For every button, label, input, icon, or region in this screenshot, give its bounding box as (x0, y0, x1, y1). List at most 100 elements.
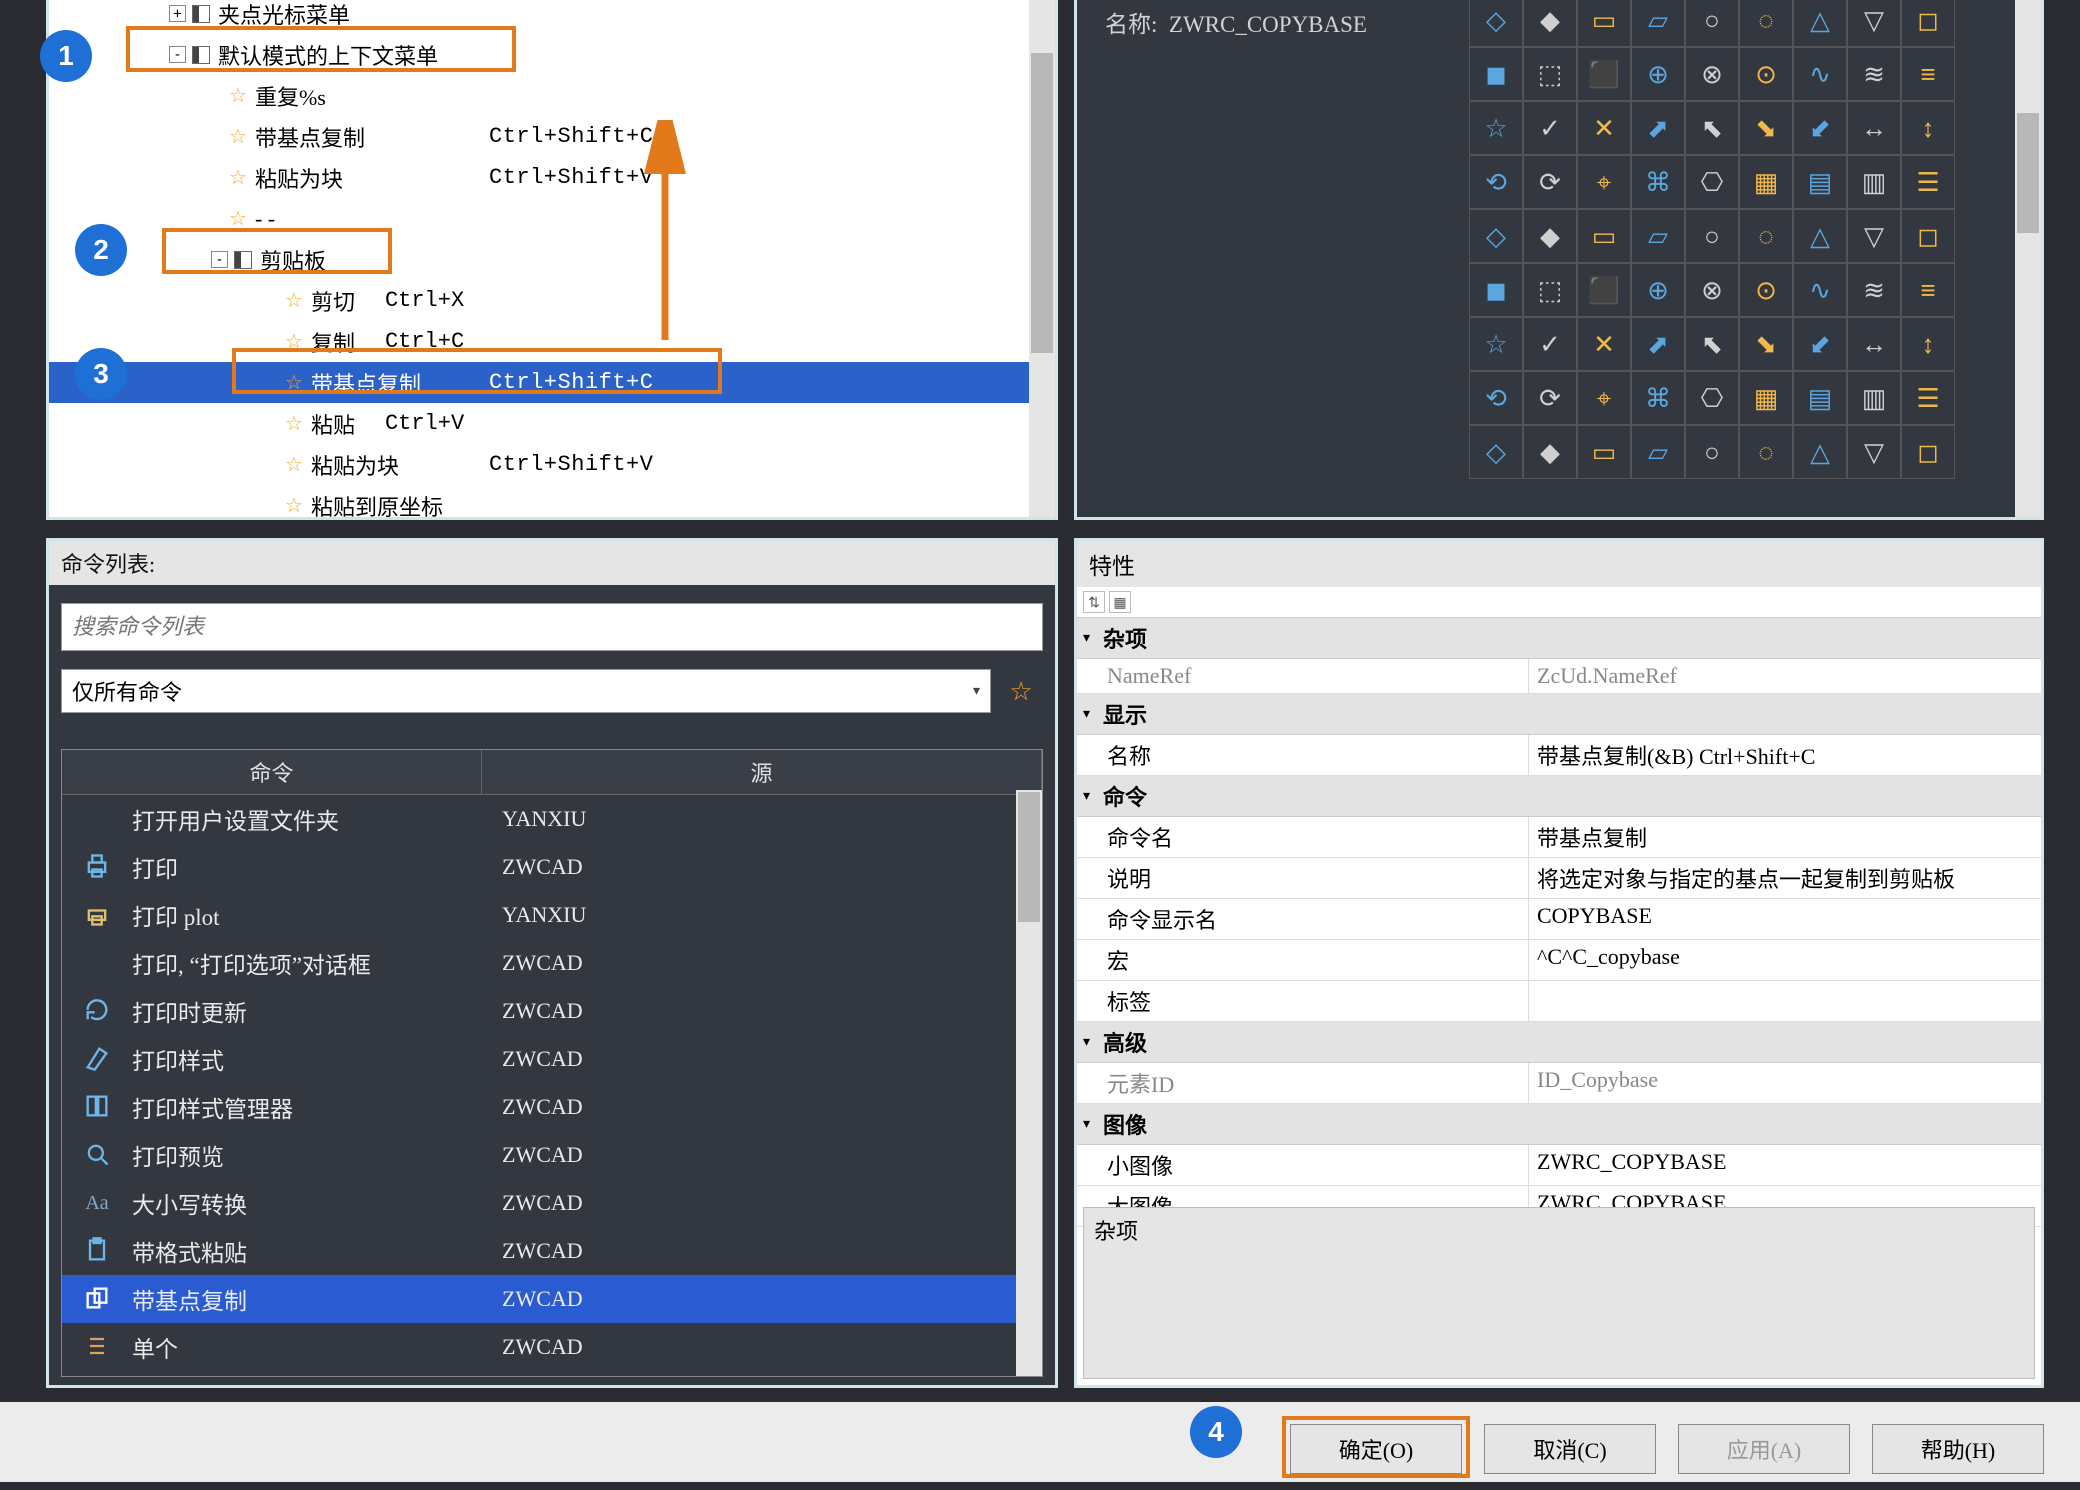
ok-button[interactable]: 确定(O) (1290, 1424, 1462, 1474)
palette-icon[interactable]: ⬛ (1577, 263, 1631, 317)
palette-icon[interactable]: ▱ (1631, 0, 1685, 47)
command-row[interactable]: 打印ZWCAD (62, 843, 1042, 891)
palette-icon[interactable]: ▱ (1631, 209, 1685, 263)
palette-icon[interactable]: ⬛ (1577, 47, 1631, 101)
column-header-source[interactable]: 源 (482, 750, 1042, 794)
palette-icon[interactable]: ⊗ (1685, 47, 1739, 101)
palette-icon[interactable]: ▤ (1793, 371, 1847, 425)
command-row[interactable]: Aa大小写转换ZWCAD (62, 1179, 1042, 1227)
palette-icon[interactable]: ☰ (1901, 371, 1955, 425)
prop-name[interactable]: 名称带基点复制(&B) Ctrl+Shift+C (1077, 735, 2041, 776)
palette-icon[interactable]: ◌ (1739, 425, 1793, 479)
command-search-input[interactable] (61, 603, 1043, 651)
menu-tree[interactable]: +夹点光标菜单-默认模式的上下文菜单☆重复%s☆带基点复制Ctrl+Shift+… (49, 0, 1055, 520)
palette-icon[interactable]: ◻ (1901, 209, 1955, 263)
palette-icon[interactable]: ▤ (1793, 155, 1847, 209)
palette-icon[interactable]: ⬋ (1793, 101, 1847, 155)
palette-icon[interactable]: ↕ (1901, 317, 1955, 371)
palette-icon[interactable]: ○ (1685, 0, 1739, 47)
category-misc[interactable]: ▾杂项 (1077, 618, 2041, 659)
palette-icon[interactable]: ○ (1685, 425, 1739, 479)
palette-icon[interactable]: ☰ (1901, 155, 1955, 209)
prop-tag[interactable]: 标签 (1077, 981, 2041, 1022)
palette-icon[interactable]: ⟳ (1523, 155, 1577, 209)
command-row[interactable]: 打开用户设置文件夹YANXIU (62, 795, 1042, 843)
palette-icon[interactable]: ▦ (1739, 155, 1793, 209)
prop-sort-icon[interactable]: ⇅ (1083, 591, 1105, 613)
tree-scrollbar[interactable] (1029, 0, 1055, 517)
palette-icon[interactable]: ◆ (1523, 209, 1577, 263)
palette-icon[interactable]: ✕ (1577, 317, 1631, 371)
palette-icon[interactable]: ▽ (1847, 0, 1901, 47)
palette-icon[interactable]: ⎔ (1685, 371, 1739, 425)
palette-icon[interactable]: ≋ (1847, 47, 1901, 101)
apply-button[interactable]: 应用(A) (1678, 1424, 1850, 1474)
command-row[interactable]: 打印样式管理器ZWCAD (62, 1083, 1042, 1131)
palette-icon[interactable]: ◌ (1739, 209, 1793, 263)
prop-small-image[interactable]: 小图像ZWRC_COPYBASE (1077, 1145, 2041, 1186)
tree-expander-icon[interactable]: - (211, 251, 228, 268)
command-row[interactable]: 单个ZWCAD (62, 1323, 1042, 1371)
tree-item[interactable]: ☆复制Ctrl+C (49, 321, 1055, 362)
palette-icon[interactable]: ▽ (1847, 209, 1901, 263)
category-image[interactable]: ▾图像 (1077, 1104, 2041, 1145)
palette-icon[interactable]: ◆ (1523, 425, 1577, 479)
palette-icon[interactable]: ≡ (1901, 47, 1955, 101)
palette-icon[interactable]: ⬉ (1685, 101, 1739, 155)
tree-item[interactable]: -剪贴板 (49, 239, 1055, 280)
tree-item[interactable]: -默认模式的上下文菜单 (49, 34, 1055, 75)
prop-group-icon[interactable]: ▦ (1109, 591, 1131, 613)
palette-icon[interactable]: ○ (1685, 209, 1739, 263)
palette-icon[interactable]: ⊕ (1631, 263, 1685, 317)
tree-item[interactable]: ☆粘贴Ctrl+V (49, 403, 1055, 444)
palette-icon[interactable]: ⬈ (1631, 317, 1685, 371)
palette-icon[interactable]: ◇ (1469, 209, 1523, 263)
palette-icon[interactable]: ≋ (1847, 263, 1901, 317)
palette-icon[interactable]: ⊕ (1631, 47, 1685, 101)
category-advanced[interactable]: ▾高级 (1077, 1022, 2041, 1063)
cancel-button[interactable]: 取消(C) (1484, 1424, 1656, 1474)
palette-icon[interactable]: ✕ (1577, 101, 1631, 155)
tree-expander-icon[interactable]: - (169, 46, 186, 63)
command-row[interactable]: 打印时更新ZWCAD (62, 987, 1042, 1035)
prop-command-name[interactable]: 命令名带基点复制 (1077, 817, 2041, 858)
palette-scrollbar[interactable] (2015, 0, 2041, 517)
prop-macro[interactable]: 宏^C^C_copybase (1077, 940, 2041, 981)
palette-icon[interactable]: ⬋ (1793, 317, 1847, 371)
command-row[interactable]: 打印预览ZWCAD (62, 1131, 1042, 1179)
column-header-command[interactable]: 命令 (62, 750, 482, 794)
palette-icon[interactable]: ⌘ (1631, 371, 1685, 425)
prop-description[interactable]: 说明将选定对象与指定的基点一起复制到剪贴板 (1077, 858, 2041, 899)
palette-icon[interactable]: ▭ (1577, 425, 1631, 479)
tree-item[interactable]: ☆带基点复制Ctrl+Shift+C (49, 362, 1055, 403)
palette-icon[interactable]: ⟲ (1469, 155, 1523, 209)
palette-icon[interactable]: ⊗ (1685, 263, 1739, 317)
palette-icon[interactable]: △ (1793, 0, 1847, 47)
palette-icon[interactable]: ↔ (1847, 317, 1901, 371)
palette-icon[interactable]: ▥ (1847, 155, 1901, 209)
palette-icon[interactable]: ▭ (1577, 0, 1631, 47)
command-row[interactable]: 带基点复制ZWCAD (62, 1275, 1042, 1323)
palette-icon[interactable]: ◌ (1739, 0, 1793, 47)
category-display[interactable]: ▾显示 (1077, 694, 2041, 735)
palette-icon[interactable]: ↕ (1901, 101, 1955, 155)
tree-item[interactable]: ☆- - (49, 198, 1055, 239)
tree-item[interactable]: ☆粘贴为块Ctrl+Shift+V (49, 444, 1055, 485)
palette-icon[interactable]: ⟳ (1523, 371, 1577, 425)
palette-icon[interactable]: ≡ (1901, 263, 1955, 317)
palette-icon[interactable]: ✓ (1523, 317, 1577, 371)
palette-icon[interactable]: ⬊ (1739, 317, 1793, 371)
palette-icon[interactable]: ◆ (1523, 0, 1577, 47)
palette-icon[interactable]: △ (1793, 425, 1847, 479)
command-filter-dropdown[interactable]: 仅所有命令 ▾ (61, 669, 991, 713)
palette-icon[interactable]: ◻ (1901, 0, 1955, 47)
palette-icon[interactable]: ⬚ (1523, 47, 1577, 101)
tree-item[interactable]: ☆粘贴为块Ctrl+Shift+V (49, 157, 1055, 198)
palette-icon[interactable]: ⌖ (1577, 155, 1631, 209)
tree-expander-icon[interactable]: + (169, 5, 186, 22)
command-row[interactable]: 打印 plotYANXIU (62, 891, 1042, 939)
palette-icon[interactable]: ◼ (1469, 47, 1523, 101)
command-row[interactable]: 打印, “打印选项”对话框ZWCAD (62, 939, 1042, 987)
tree-item[interactable]: ☆带基点复制Ctrl+Shift+C (49, 116, 1055, 157)
icon-palette-grid[interactable]: ◇◆▭▱○◌△▽◻◼⬚⬛⊕⊗⊙∿≋≡☆✓✕⬈⬉⬊⬋↔↕⟲⟳⌖⌘⎔▦▤▥☰◇◆▭▱… (1469, 0, 1955, 479)
